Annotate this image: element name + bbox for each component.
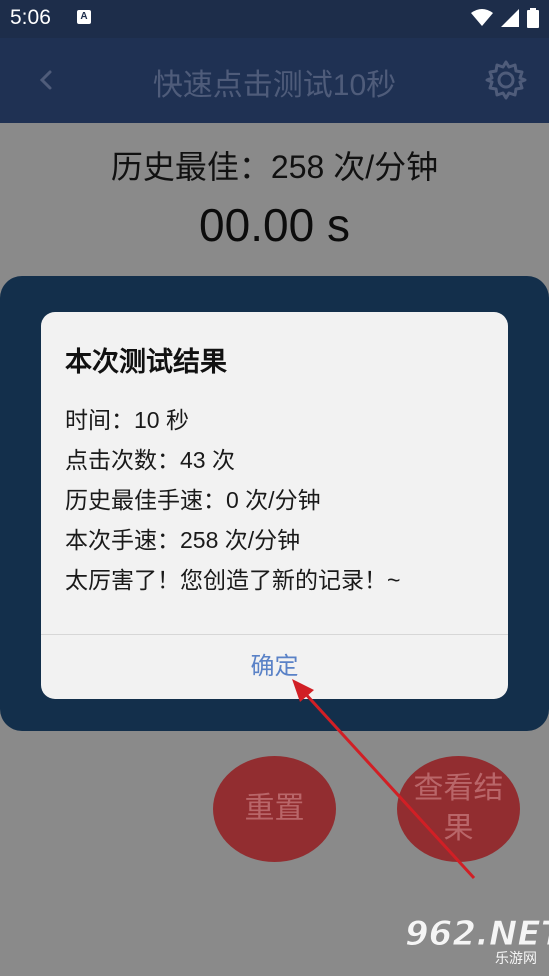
battery-icon xyxy=(527,8,539,28)
gear-icon[interactable] xyxy=(485,59,527,101)
status-bar: 5:06 A xyxy=(0,0,549,38)
timer-display: 00.00 s xyxy=(199,199,350,251)
wifi-icon xyxy=(471,9,493,26)
dialog-line-time: 时间：10 秒 xyxy=(65,407,189,433)
best-record-text: 历史最佳：258 次/分钟 xyxy=(110,149,439,185)
status-time: 5:06 xyxy=(10,6,51,29)
dialog-line-clicks: 点击次数：43 次 xyxy=(65,447,235,473)
ok-button[interactable]: 确定 xyxy=(41,635,508,699)
site-watermark: 962.NET 乐游网 xyxy=(401,912,549,970)
page-title: 快速点击测试10秒 xyxy=(152,69,397,102)
reset-button[interactable]: 重置 xyxy=(213,756,336,862)
dialog-line-current: 本次手速：258 次/分钟 xyxy=(65,527,301,553)
dialog-content: 时间：10 秒 点击次数：43 次 历史最佳手速：0 次/分钟 本次手速：258… xyxy=(65,400,400,600)
app-bar: 快速点击测试10秒 xyxy=(0,38,549,123)
view-result-button[interactable]: 查看结果 xyxy=(397,756,520,862)
dialog-title: 本次测试结果 xyxy=(65,347,227,377)
dialog-line-best: 历史最佳手速：0 次/分钟 xyxy=(65,487,321,513)
dialog-line-message: 太厉害了！您创造了新的记录！~ xyxy=(65,567,401,593)
signal-icon xyxy=(501,9,519,27)
notification-icon: A xyxy=(77,10,91,24)
result-dialog: 本次测试结果 时间：10 秒 点击次数：43 次 历史最佳手速：0 次/分钟 本… xyxy=(41,312,508,699)
watermark-sub: 乐游网 xyxy=(495,951,537,967)
system-icons xyxy=(471,8,539,28)
